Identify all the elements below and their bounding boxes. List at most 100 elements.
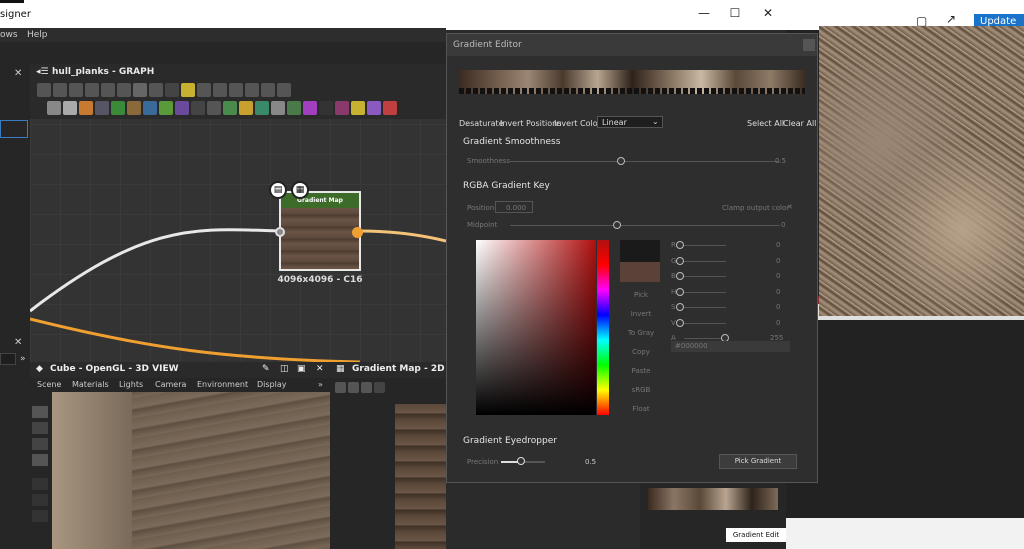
dock-icon[interactable]: ◫ bbox=[280, 364, 289, 374]
curve-node-icon[interactable] bbox=[111, 101, 125, 115]
path-icon[interactable] bbox=[181, 83, 195, 97]
grid-icon[interactable] bbox=[165, 83, 179, 97]
history-icon[interactable] bbox=[213, 83, 227, 97]
expand-icon[interactable]: » bbox=[20, 354, 26, 364]
srgb-button[interactable]: sRGB bbox=[621, 381, 661, 400]
node-icon[interactable] bbox=[197, 83, 211, 97]
invert-button[interactable]: Invert bbox=[621, 305, 661, 324]
text-node-icon[interactable] bbox=[367, 101, 381, 115]
copy-button[interactable]: Copy bbox=[621, 343, 661, 362]
position-input[interactable]: 0.000 bbox=[495, 201, 533, 213]
gradient-key-markers[interactable] bbox=[459, 88, 805, 94]
channel-slider[interactable] bbox=[684, 291, 726, 293]
uv-icon[interactable] bbox=[374, 382, 385, 393]
desaturate-button[interactable]: Desaturate bbox=[459, 119, 504, 128]
editor-close-icon[interactable] bbox=[803, 39, 815, 51]
wave-node-icon[interactable] bbox=[335, 101, 349, 115]
saturation-value-picker[interactable] bbox=[476, 240, 596, 415]
search-icon[interactable] bbox=[101, 83, 115, 97]
node-input-port[interactable] bbox=[275, 227, 285, 237]
fx-node-icon[interactable] bbox=[303, 101, 317, 115]
warp-node-icon[interactable] bbox=[175, 101, 189, 115]
pick-button[interactable]: Pick bbox=[621, 286, 661, 305]
channel-knob[interactable] bbox=[676, 318, 684, 327]
fit-icon[interactable] bbox=[277, 83, 291, 97]
mask-node-icon[interactable] bbox=[271, 101, 285, 115]
channel-knob[interactable] bbox=[676, 272, 684, 280]
hsl-node-icon[interactable] bbox=[255, 101, 269, 115]
paste-button[interactable]: Paste bbox=[621, 362, 661, 381]
save-icon[interactable] bbox=[348, 382, 359, 393]
tile-node-icon[interactable] bbox=[207, 101, 221, 115]
close-icon[interactable]: ✕ bbox=[758, 6, 778, 20]
menu-lights[interactable]: Lights bbox=[119, 380, 143, 389]
pin-icon[interactable]: ✎ bbox=[262, 364, 270, 374]
channel-knob[interactable] bbox=[676, 241, 684, 249]
cube-shape-icon[interactable] bbox=[32, 510, 48, 522]
pick-gradient-button[interactable]: Pick Gradient bbox=[719, 454, 797, 469]
invert-positions-button[interactable]: Invert Positions bbox=[500, 119, 561, 128]
svg-node-icon[interactable] bbox=[63, 101, 77, 115]
hex-field[interactable]: #000000 bbox=[671, 341, 790, 352]
close-icon[interactable]: ✕ bbox=[14, 68, 22, 79]
channel-knob[interactable] bbox=[676, 287, 684, 296]
midpoint-knob[interactable] bbox=[613, 221, 621, 229]
clear-all-button[interactable]: Clear All bbox=[783, 119, 816, 128]
channel-slider[interactable] bbox=[684, 245, 726, 246]
interpolation-select[interactable]: Linear ⌄ bbox=[597, 116, 663, 128]
channel-knob[interactable] bbox=[676, 256, 684, 265]
copy-icon[interactable] bbox=[361, 382, 372, 393]
mini-input[interactable] bbox=[0, 353, 16, 365]
close-icon[interactable]: ✕ bbox=[14, 337, 22, 348]
document-icon[interactable]: ▤ bbox=[269, 181, 287, 199]
align-icon[interactable] bbox=[133, 83, 147, 97]
smoothness-slider[interactable] bbox=[510, 161, 780, 162]
axis-icon[interactable] bbox=[32, 494, 48, 506]
precision-knob[interactable] bbox=[517, 457, 525, 465]
node-output-port[interactable] bbox=[352, 227, 363, 238]
menu-materials[interactable]: Materials bbox=[72, 380, 109, 389]
fill-node-icon[interactable] bbox=[79, 101, 93, 115]
menu-help[interactable]: Help bbox=[27, 30, 48, 40]
pattern-node-icon[interactable] bbox=[191, 101, 205, 115]
wrench-icon[interactable] bbox=[229, 83, 243, 97]
light-icon[interactable] bbox=[32, 422, 48, 434]
2d-viewport[interactable] bbox=[395, 404, 446, 549]
smoothness-knob[interactable] bbox=[617, 157, 625, 165]
noise-node-icon[interactable] bbox=[223, 101, 237, 115]
channel-knob[interactable] bbox=[676, 303, 684, 311]
histogram-node-icon[interactable] bbox=[287, 101, 301, 115]
export-icon[interactable] bbox=[245, 83, 259, 97]
channel-slider[interactable] bbox=[684, 276, 726, 277]
menu-environment[interactable]: Environment bbox=[197, 380, 248, 389]
more-icon[interactable]: » bbox=[318, 380, 323, 389]
channel-slider[interactable] bbox=[684, 338, 726, 339]
frame-icon[interactable] bbox=[37, 83, 51, 97]
gradient-edit-button[interactable]: Gradient Edit bbox=[726, 528, 786, 542]
bitmap-node-icon[interactable] bbox=[47, 101, 61, 115]
external-link-icon[interactable]: ↗ bbox=[946, 12, 956, 26]
sidebar-field[interactable] bbox=[0, 120, 28, 138]
maximize-icon[interactable]: ☐ bbox=[725, 6, 745, 20]
publish-icon[interactable] bbox=[261, 83, 275, 97]
camera-icon[interactable] bbox=[69, 83, 83, 97]
move-icon[interactable] bbox=[53, 83, 67, 97]
gradient-icon[interactable]: ▦ bbox=[291, 181, 309, 199]
channel-slider[interactable] bbox=[684, 307, 726, 308]
gradient-map-node[interactable]: Gradient Map bbox=[279, 191, 361, 271]
menu-scene[interactable]: Scene bbox=[37, 380, 61, 389]
screenshot-icon[interactable] bbox=[32, 454, 48, 466]
levels-node-icon[interactable] bbox=[159, 101, 173, 115]
video-icon[interactable] bbox=[32, 406, 48, 418]
shuffle-node-icon[interactable] bbox=[95, 101, 109, 115]
hue-slider[interactable] bbox=[597, 240, 609, 415]
clamp-checkbox[interactable]: ✕ bbox=[787, 203, 793, 211]
select-all-button[interactable]: Select All bbox=[747, 119, 784, 128]
paint-node-icon[interactable] bbox=[383, 101, 397, 115]
maximize-panel-icon[interactable]: ▣ bbox=[297, 364, 306, 374]
transform-node-icon[interactable] bbox=[143, 101, 157, 115]
close-panel-icon[interactable]: ✕ bbox=[316, 364, 324, 374]
info-icon[interactable] bbox=[85, 83, 99, 97]
export-image-icon[interactable] bbox=[335, 382, 346, 393]
menu-windows[interactable]: ows bbox=[0, 30, 18, 40]
